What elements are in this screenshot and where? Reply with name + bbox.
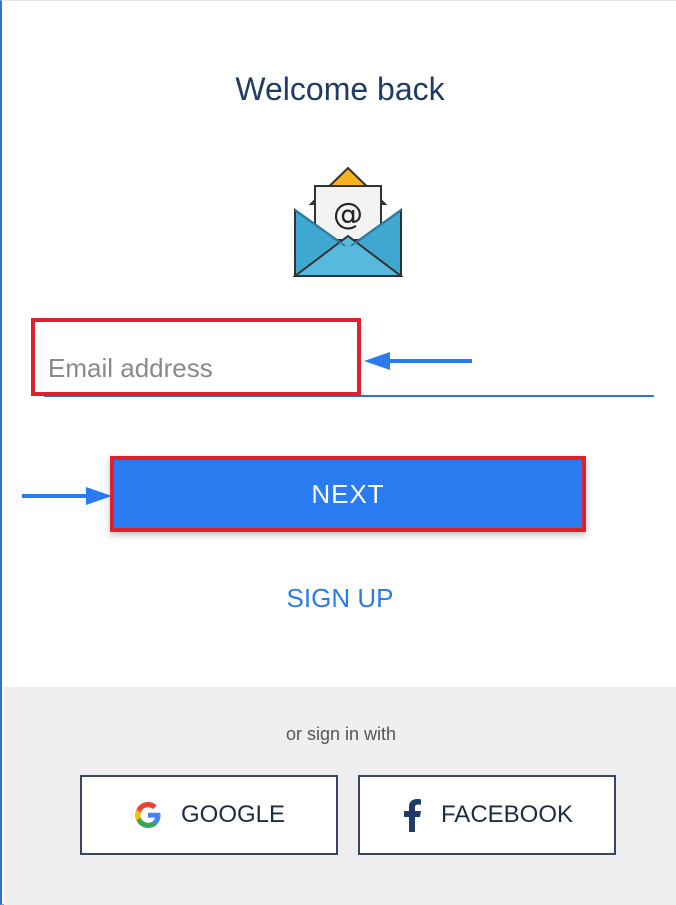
arrow-icon: [22, 487, 112, 505]
social-signin-prompt: or sign in with: [285, 724, 397, 744]
login-card: Welcome back @ NEXT SIGN UP or sign in w…: [0, 0, 676, 905]
email-field[interactable]: [44, 341, 654, 397]
sign-up-link[interactable]: SIGN UP: [2, 583, 676, 614]
google-icon: [134, 802, 161, 828]
svg-text:@: @: [333, 197, 363, 232]
page-title: Welcome back: [235, 71, 445, 107]
facebook-label: FACEBOOK: [440, 801, 574, 828]
arrow-icon: [364, 352, 472, 370]
facebook-icon: [403, 799, 421, 832]
social-signin-section: or sign in with GOOGLE FACEBOOK: [4, 687, 676, 905]
google-label: GOOGLE: [180, 801, 286, 828]
email-field-wrapper: [44, 323, 654, 399]
google-signin-button[interactable]: GOOGLE: [80, 775, 338, 855]
facebook-signin-button[interactable]: FACEBOOK: [358, 775, 616, 855]
next-button[interactable]: NEXT: [110, 456, 586, 532]
email-envelope-icon: @: [293, 166, 403, 277]
